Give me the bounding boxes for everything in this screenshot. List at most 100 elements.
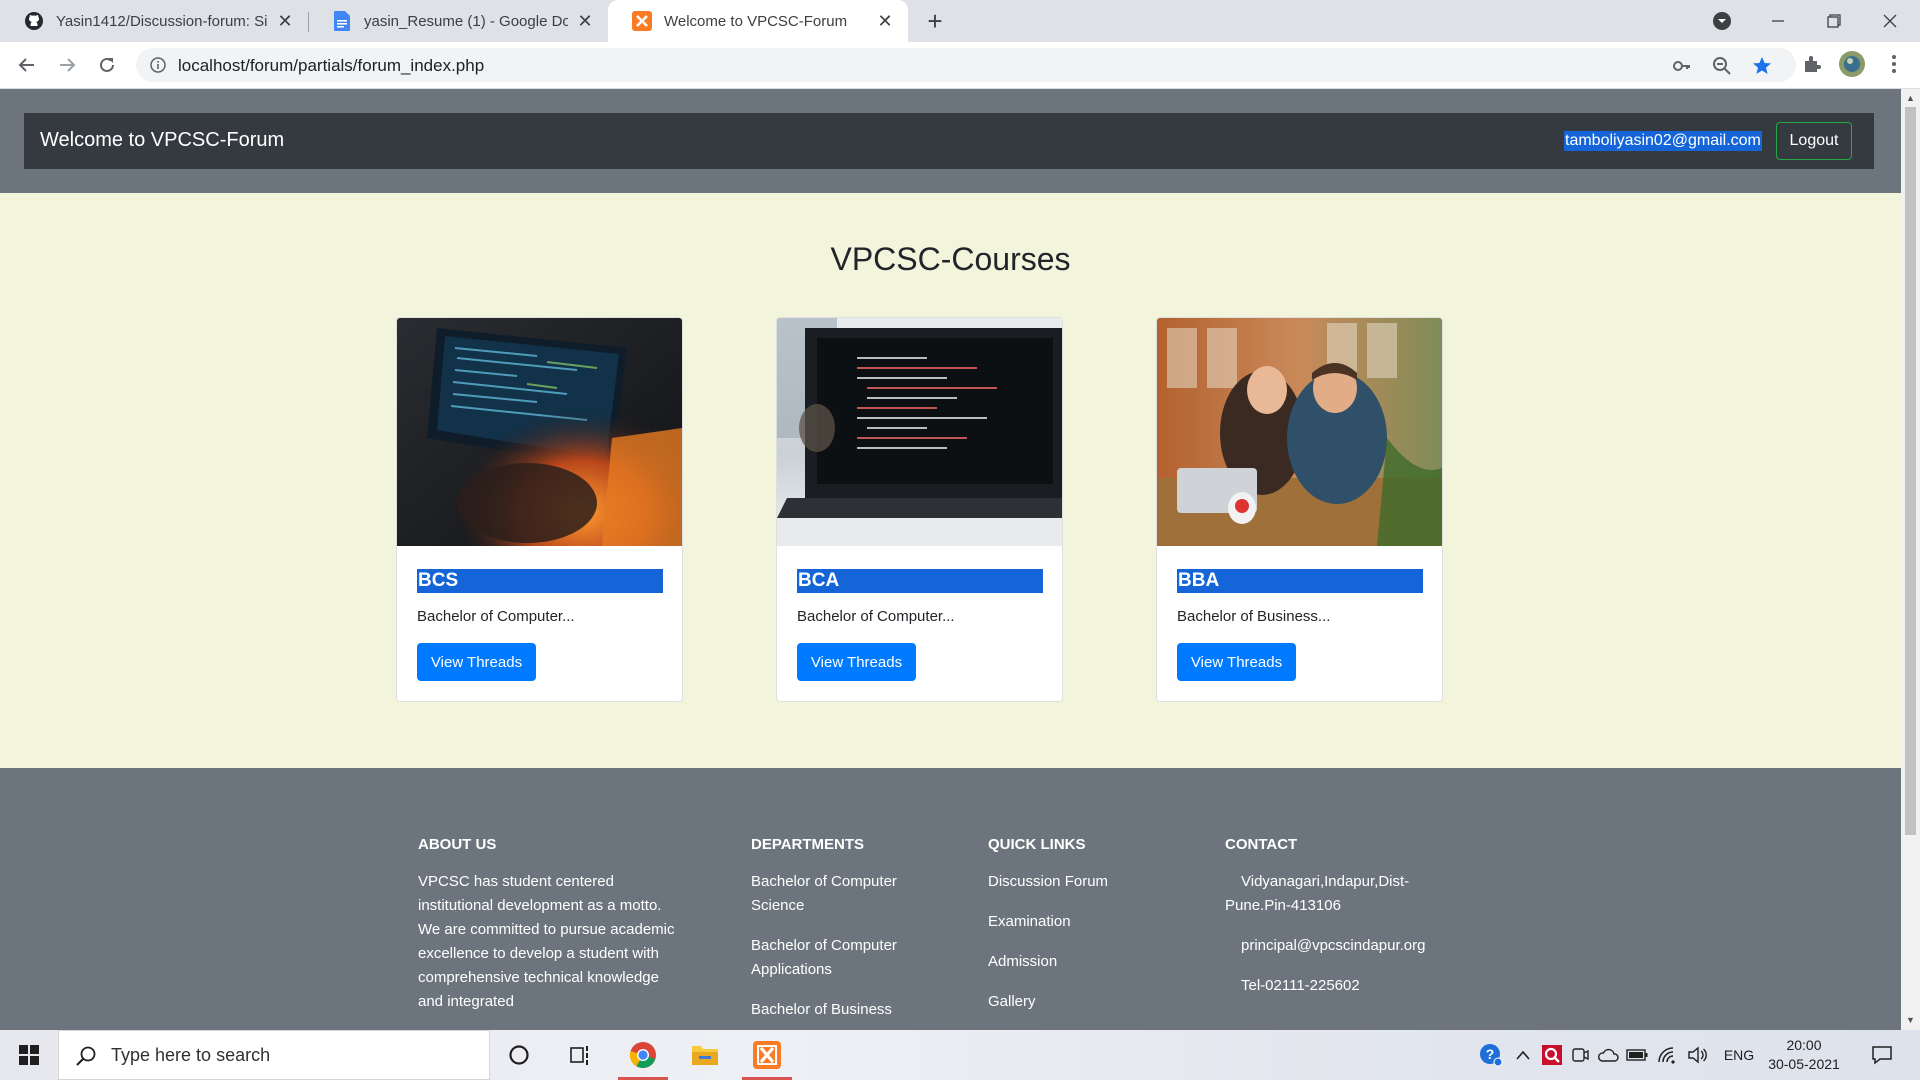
navbar-brand[interactable]: Welcome to VPCSC-Forum	[40, 129, 284, 152]
taskbar-search-input[interactable]: Type here to search	[58, 1030, 490, 1080]
battery-icon[interactable]	[1622, 1030, 1652, 1080]
footer-quick-link[interactable]: Examination	[988, 910, 1158, 934]
zoom-icon[interactable]	[1712, 56, 1732, 76]
cortana-button[interactable]	[490, 1030, 548, 1080]
footer-departments: DEPARTMENTS Bachelor of Computer Science…	[751, 836, 931, 1030]
footer-quick-link[interactable]: Admission	[988, 950, 1158, 974]
xampp-icon	[632, 11, 652, 31]
github-icon	[24, 11, 44, 31]
taskbar-chrome[interactable]	[614, 1030, 672, 1080]
windows-taskbar: Type here to search ? ENG 20:00 30-05-20…	[0, 1030, 1920, 1080]
course-title[interactable]: BBA	[1177, 569, 1423, 593]
course-description: Bachelor of Business...	[1177, 608, 1331, 625]
close-icon[interactable]: ✕	[876, 12, 894, 30]
tab-title: Welcome to VPCSC-Forum	[664, 12, 848, 30]
header-band: Welcome to VPCSC-Forum tamboliyasin02@gm…	[0, 89, 1901, 193]
scrollbar-thumb[interactable]	[1905, 107, 1916, 835]
language-indicator[interactable]: ENG	[1716, 1030, 1762, 1080]
avatar[interactable]	[1838, 50, 1866, 78]
footer-about-text: VPCSC has student centered institutional…	[418, 873, 675, 1010]
close-icon[interactable]: ✕	[576, 12, 594, 30]
forward-button[interactable]	[52, 50, 82, 80]
footer: ABOUT US VPCSC has student centered inst…	[0, 768, 1901, 1030]
contact-address: Vidyanagari,Indapur,Dist-Pune.Pin-413106	[1225, 873, 1410, 914]
footer-department-link[interactable]: Bachelor of Business	[751, 998, 931, 1022]
page-title: VPCSC-Courses	[830, 241, 1071, 277]
scroll-down-arrow[interactable]: ▼	[1905, 1015, 1916, 1025]
view-threads-button[interactable]: View Threads	[1177, 643, 1296, 681]
address-bar[interactable]: localhost/forum/partials/forum_index.php	[136, 48, 1796, 82]
clock-time: 20:00	[1786, 1037, 1822, 1053]
menu-kebab-icon[interactable]	[1880, 50, 1908, 78]
contact-email[interactable]: principal@vpcscindapur.org	[1225, 934, 1455, 958]
footer-quick-link[interactable]: Gallery	[988, 990, 1158, 1014]
footer-quick-link[interactable]: Discussion Forum	[988, 870, 1158, 894]
browser-toolbar: localhost/forum/partials/forum_index.php	[0, 42, 1920, 89]
footer-heading: CONTACT	[1225, 836, 1298, 853]
tab-google-docs[interactable]: yasin_Resume (1) - Google Docs ✕	[308, 0, 608, 42]
footer-heading: ABOUT US	[418, 836, 497, 853]
wifi-icon[interactable]	[1652, 1030, 1682, 1080]
svg-text:?: ?	[1486, 1046, 1495, 1062]
scroll-up-arrow[interactable]: ▲	[1905, 93, 1916, 103]
restore-button[interactable]	[1806, 0, 1862, 42]
tab-github[interactable]: Yasin1412/Discussion-forum: Sim ✕	[0, 0, 308, 42]
task-view-button[interactable]	[552, 1030, 610, 1080]
course-card: BBA Bachelor of Business... View Threads	[1156, 317, 1443, 702]
navbar: Welcome to VPCSC-Forum tamboliyasin02@gm…	[24, 113, 1874, 169]
footer-heading: DEPARTMENTS	[751, 836, 865, 853]
footer-quick-links: QUICK LINKS Discussion Forum Examination…	[988, 836, 1158, 1030]
close-window-button[interactable]	[1862, 0, 1918, 42]
course-description: Bachelor of Computer...	[797, 608, 955, 625]
course-title[interactable]: BCS	[417, 569, 663, 593]
clock-date: 30-05-2021	[1768, 1056, 1840, 1072]
start-button[interactable]	[0, 1030, 58, 1080]
tab-title: yasin_Resume (1) - Google Docs	[364, 12, 568, 30]
user-email: tamboliyasin02@gmail.com	[1564, 131, 1762, 151]
logout-button[interactable]: Logout	[1776, 122, 1852, 160]
minimize-button[interactable]	[1750, 0, 1806, 42]
footer-department-link[interactable]: Bachelor of Computer Applications	[751, 934, 931, 982]
contact-phone: Tel-02111-225602	[1241, 977, 1360, 994]
info-icon[interactable]	[150, 57, 166, 73]
tab-vpcsc-forum[interactable]: Welcome to VPCSC-Forum ✕	[608, 0, 908, 42]
back-button[interactable]	[12, 50, 42, 80]
course-image	[397, 318, 682, 546]
course-title[interactable]: BCA	[797, 569, 1043, 593]
browser-tab-strip: Yasin1412/Discussion-forum: Sim ✕ yasin_…	[0, 0, 1920, 42]
course-card: BCS Bachelor of Computer... View Threads	[396, 317, 683, 702]
key-icon[interactable]	[1672, 56, 1692, 76]
tab-search-button[interactable]	[1694, 0, 1750, 42]
course-description: Bachelor of Computer...	[417, 608, 575, 625]
close-icon[interactable]: ✕	[276, 12, 294, 30]
bookmark-star-icon[interactable]	[1752, 56, 1772, 76]
view-threads-button[interactable]: View Threads	[417, 643, 536, 681]
meet-now-icon[interactable]	[1566, 1030, 1594, 1080]
onedrive-icon[interactable]	[1594, 1030, 1622, 1080]
extensions-icon[interactable]	[1798, 50, 1826, 78]
tab-title: Yasin1412/Discussion-forum: Sim	[56, 12, 268, 30]
url-text: localhost/forum/partials/forum_index.php	[178, 56, 485, 75]
chevron-up-icon[interactable]	[1508, 1030, 1538, 1080]
course-image	[777, 318, 1062, 546]
taskbar-file-explorer[interactable]	[676, 1030, 734, 1080]
new-tab-button[interactable]: +	[920, 6, 950, 36]
course-card: BCA Bachelor of Computer... View Threads	[776, 317, 1063, 702]
help-icon[interactable]: ?	[1474, 1030, 1508, 1080]
view-threads-button[interactable]: View Threads	[797, 643, 916, 681]
footer-about: ABOUT US VPCSC has student centered inst…	[418, 836, 678, 1014]
search-icon	[75, 1045, 97, 1067]
search-placeholder: Type here to search	[111, 1045, 271, 1065]
footer-department-link[interactable]: Bachelor of Computer Science	[751, 870, 931, 918]
volume-icon[interactable]	[1682, 1030, 1712, 1080]
reload-button[interactable]	[92, 50, 122, 80]
taskbar-xampp[interactable]	[738, 1030, 796, 1080]
page-viewport: Welcome to VPCSC-Forum tamboliyasin02@gm…	[0, 89, 1901, 1030]
notifications-icon[interactable]	[1862, 1030, 1902, 1080]
page-scrollbar[interactable]: ▲ ▼	[1901, 89, 1920, 1030]
clock[interactable]: 20:00 30-05-2021	[1766, 1036, 1842, 1074]
google-docs-icon	[332, 11, 352, 31]
footer-contact: CONTACT Vidyanagari,Indapur,Dist-Pune.Pi…	[1225, 836, 1455, 1014]
quick-heal-icon[interactable]	[1538, 1030, 1566, 1080]
footer-heading: QUICK LINKS	[988, 836, 1086, 853]
